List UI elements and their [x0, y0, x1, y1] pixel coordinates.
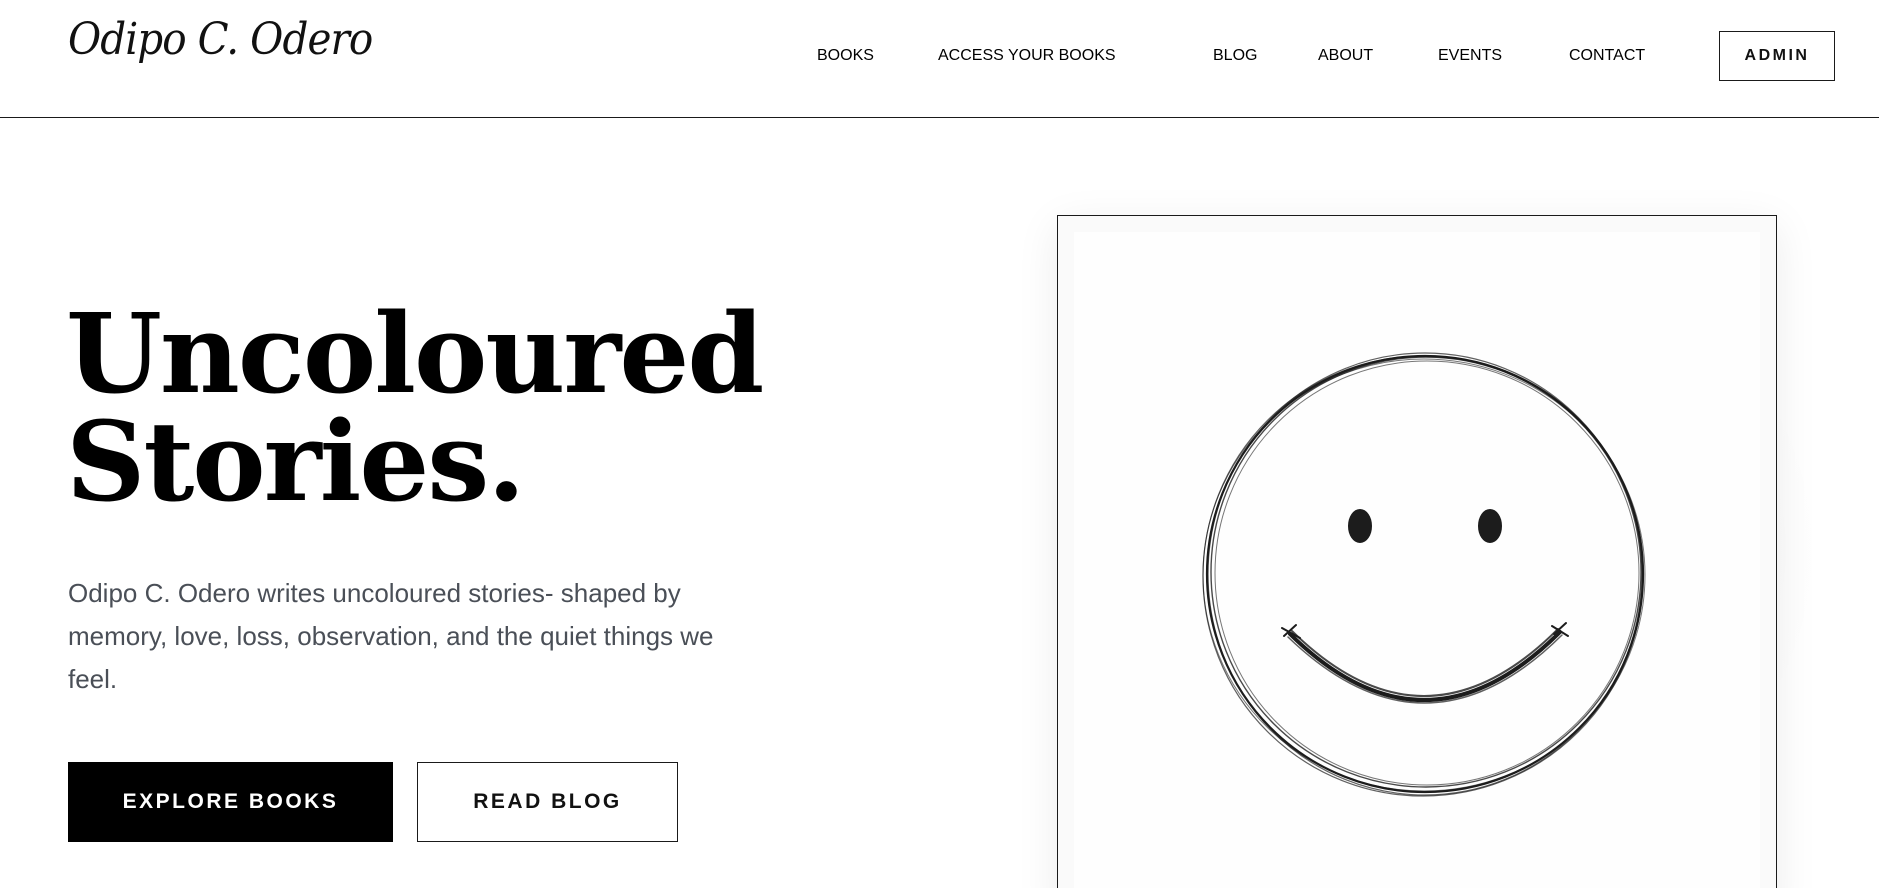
admin-button[interactable]: ADMIN: [1719, 31, 1835, 81]
read-blog-button[interactable]: READ BLOG: [417, 762, 678, 842]
hero-description: Odipo C. Odero writes uncoloured stories…: [68, 578, 714, 694]
hero-image-frame: [1057, 215, 1777, 888]
hero-title-line-1: Uncoloured: [66, 289, 764, 418]
main-nav: BOOKS ACCESS YOUR BOOKS BLOG ABOUT EVENT…: [0, 44, 1879, 68]
hero-title: Uncoloured Stories.: [66, 289, 786, 526]
hero-title-line-2: Stories.: [66, 397, 526, 526]
page: Odipo C. Odero BOOKS ACCESS YOUR BOOKS B…: [0, 0, 1879, 888]
smiley-face-icon: [1202, 352, 1646, 797]
explore-books-button[interactable]: EXPLORE BOOKS: [68, 762, 393, 842]
site-header: Odipo C. Odero BOOKS ACCESS YOUR BOOKS B…: [0, 0, 1879, 118]
hero-image: [1074, 232, 1760, 888]
